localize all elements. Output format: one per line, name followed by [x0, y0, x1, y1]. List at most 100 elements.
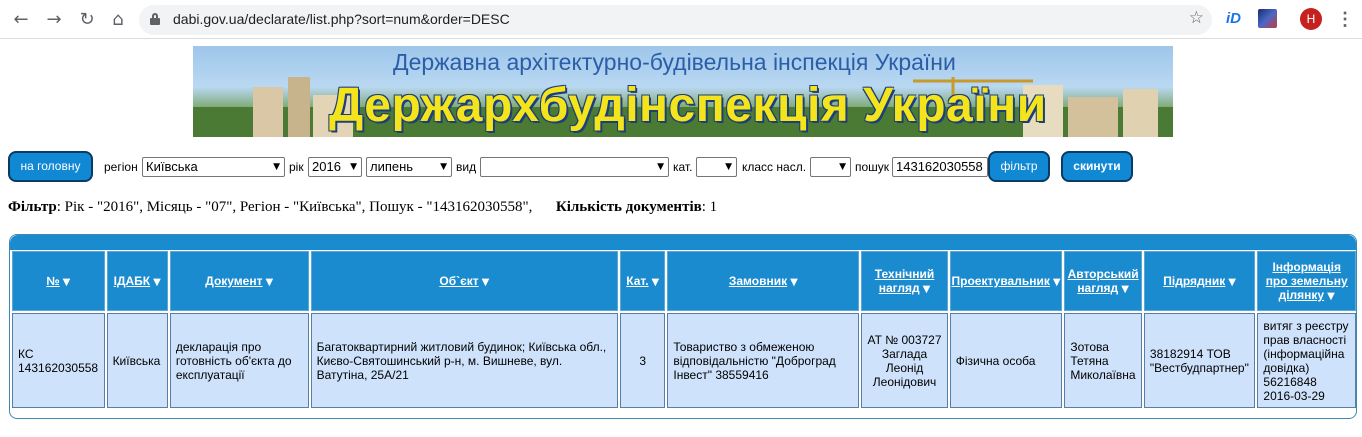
column-header-contractor[interactable]: Підрядник ▼ [1143, 251, 1256, 311]
class-select[interactable]: ▼ [810, 157, 851, 177]
table-row: КС 143162030558 Київська декларація про … [12, 313, 1356, 408]
sort-desc-icon: ▼ [153, 277, 161, 288]
column-header-label: Авторський [1067, 267, 1139, 281]
class-label: класс насл. [742, 160, 807, 174]
cell-designer: Фізична особа [949, 313, 1063, 408]
cell-tech-supervision: АТ № 003727 Заглада Леонід Леонідович [861, 313, 948, 408]
column-header-idabk[interactable]: ІДАБК ▼ [106, 251, 168, 311]
address-bar[interactable]: dabi.gov.ua/declarate/list.php?sort=num&… [139, 5, 1212, 35]
banner-title: Держархбудінспекція України [329, 79, 1047, 132]
document-count-value: : 1 [701, 199, 718, 215]
year-select[interactable]: 2016 ▼ [308, 157, 362, 177]
month-select[interactable]: липень ▼ [366, 157, 452, 177]
cell-document: декларація про готовність об'єкта до екс… [169, 313, 309, 408]
column-header-object[interactable]: Об`єкт ▼ [310, 251, 619, 311]
column-header-label: Документ [205, 274, 263, 288]
search-input[interactable]: 143162030558 [892, 157, 988, 177]
browser-toolbar: ← → ↻ ⌂ dabi.gov.ua/declarate/list.php?s… [0, 0, 1362, 39]
extension-icon[interactable] [1258, 9, 1277, 28]
filter-bar: на головну регіон Київська ▼ рік 2016 ▼ ли… [8, 151, 1358, 182]
cell-category: 3 [620, 313, 666, 408]
results-table: № ▼ ІДАБК ▼ Документ ▼ Об`єкт ▼ Кат. ▼ Замовн… [10, 249, 1356, 410]
bookmark-star-icon[interactable]: ☆ [1189, 8, 1204, 28]
column-header-num[interactable]: № ▼ [12, 251, 105, 311]
chevron-down-icon: ▼ [440, 162, 447, 172]
region-select-value: Київська [146, 159, 198, 174]
cell-contractor: 38182914 ТОВ "Вестбудпартнер" [1143, 313, 1256, 408]
chevron-down-icon: ▼ [273, 162, 280, 172]
column-header-label: Замовник [728, 274, 788, 288]
column-header-label: № [46, 274, 60, 288]
category-select[interactable]: ▼ [696, 157, 737, 177]
chevron-down-icon: ▼ [839, 162, 846, 172]
type-select[interactable]: ▼ [480, 157, 669, 177]
sort-desc-icon: ▼ [265, 277, 274, 288]
search-label: пошук [855, 160, 890, 174]
reset-button[interactable]: скинути [1061, 151, 1133, 182]
column-header-customer[interactable]: Замовник ▼ [667, 251, 860, 311]
column-header-designer[interactable]: Проектувальник ▼ [949, 251, 1063, 311]
column-header-label: Об`єкт [439, 274, 479, 288]
cell-object: Багатоквартирний житловий будинок; Київс… [310, 313, 619, 408]
home-button[interactable]: на головну [8, 151, 93, 182]
year-label: рік [289, 160, 304, 174]
chevron-down-icon: ▼ [657, 162, 664, 172]
column-header-label: Проектувальник [951, 274, 1050, 288]
banner-subtitle: Державна архітектурно-будівельна інспекц… [393, 49, 956, 75]
column-header-label: Кат. [626, 274, 649, 288]
sort-desc-icon: ▼ [1121, 284, 1129, 295]
filter-summary-text: : Рік - "2016", Місяць - "07", Регіон - … [56, 199, 533, 215]
extension-id-icon[interactable]: iD [1226, 10, 1241, 27]
column-header-category[interactable]: Кат. ▼ [620, 251, 666, 311]
sort-desc-icon: ▼ [1228, 277, 1236, 288]
cell-num: КС 143162030558 [12, 313, 105, 408]
column-header-document[interactable]: Документ ▼ [169, 251, 309, 311]
browser-menu-icon[interactable]: ⋮ [1336, 8, 1354, 30]
reload-icon[interactable]: ↻ [75, 8, 99, 32]
chevron-down-icon: ▼ [350, 162, 357, 172]
column-header-label: ділянку [1278, 288, 1325, 302]
column-header-label: Підрядник [1163, 274, 1226, 288]
site-banner: Державна архітектурно-будівельна інспекц… [193, 46, 1173, 137]
sort-desc-icon: ▼ [1327, 291, 1335, 302]
document-count-label: Кількість документів [555, 199, 702, 215]
column-header-label: ІДАБК [113, 274, 151, 288]
cell-author-supervision: Зотова Тетяна Миколаївна [1064, 313, 1142, 408]
type-label: вид [456, 160, 477, 174]
sort-desc-icon: ▼ [651, 277, 660, 288]
sort-desc-icon: ▼ [922, 284, 931, 295]
sort-desc-icon: ▼ [481, 277, 490, 288]
profile-avatar[interactable]: H [1300, 8, 1322, 30]
forward-arrow-icon[interactable]: → [42, 8, 66, 32]
cell-idabk: Київська [106, 313, 168, 408]
table-header-row: № ▼ ІДАБК ▼ Документ ▼ Об`єкт ▼ Кат. ▼ Замовн… [12, 251, 1356, 311]
back-arrow-icon[interactable]: ← [9, 8, 33, 32]
cell-land-info: витяг з реєстру прав власності (інформац… [1257, 313, 1356, 408]
column-header-tech-supervision[interactable]: Технічний нагляд ▼ [861, 251, 948, 311]
column-header-label: про земельну [1265, 274, 1348, 288]
column-header-label: нагляд [878, 281, 920, 295]
lock-icon[interactable] [150, 13, 160, 25]
month-select-value: липень [370, 159, 414, 174]
column-header-label: нагляд [1077, 281, 1119, 295]
filter-button[interactable]: фільтр [988, 151, 1050, 182]
year-select-value: 2016 [312, 159, 341, 174]
url-text[interactable]: dabi.gov.ua/declarate/list.php?sort=num&… [173, 11, 510, 27]
filter-summary: Фільтр: Рік - "2016", Місяць - "07", Рег… [8, 199, 717, 216]
sort-desc-icon: ▼ [790, 277, 798, 288]
column-header-land-info[interactable]: Інформація про земельну ділянку ▼ [1257, 251, 1356, 311]
home-icon[interactable]: ⌂ [106, 8, 130, 32]
chevron-down-icon: ▼ [725, 162, 732, 172]
category-label: кат. [673, 160, 693, 174]
results-table-container: № ▼ ІДАБК ▼ Документ ▼ Об`єкт ▼ Кат. ▼ Замовн… [9, 234, 1357, 419]
column-header-label: Інформація [1272, 260, 1341, 274]
column-header-author-supervision[interactable]: Авторський нагляд ▼ [1064, 251, 1142, 311]
sort-desc-icon: ▼ [1052, 277, 1061, 288]
region-label: регіон [104, 160, 138, 174]
filter-summary-label: Фільтр [8, 199, 57, 215]
region-select[interactable]: Київська ▼ [142, 157, 285, 177]
sort-desc-icon: ▼ [62, 277, 71, 288]
column-header-label: Технічний [874, 267, 935, 281]
cell-customer: Товариство з обмеженою відповідальністю … [667, 313, 860, 408]
table-top-bar [10, 235, 1356, 250]
